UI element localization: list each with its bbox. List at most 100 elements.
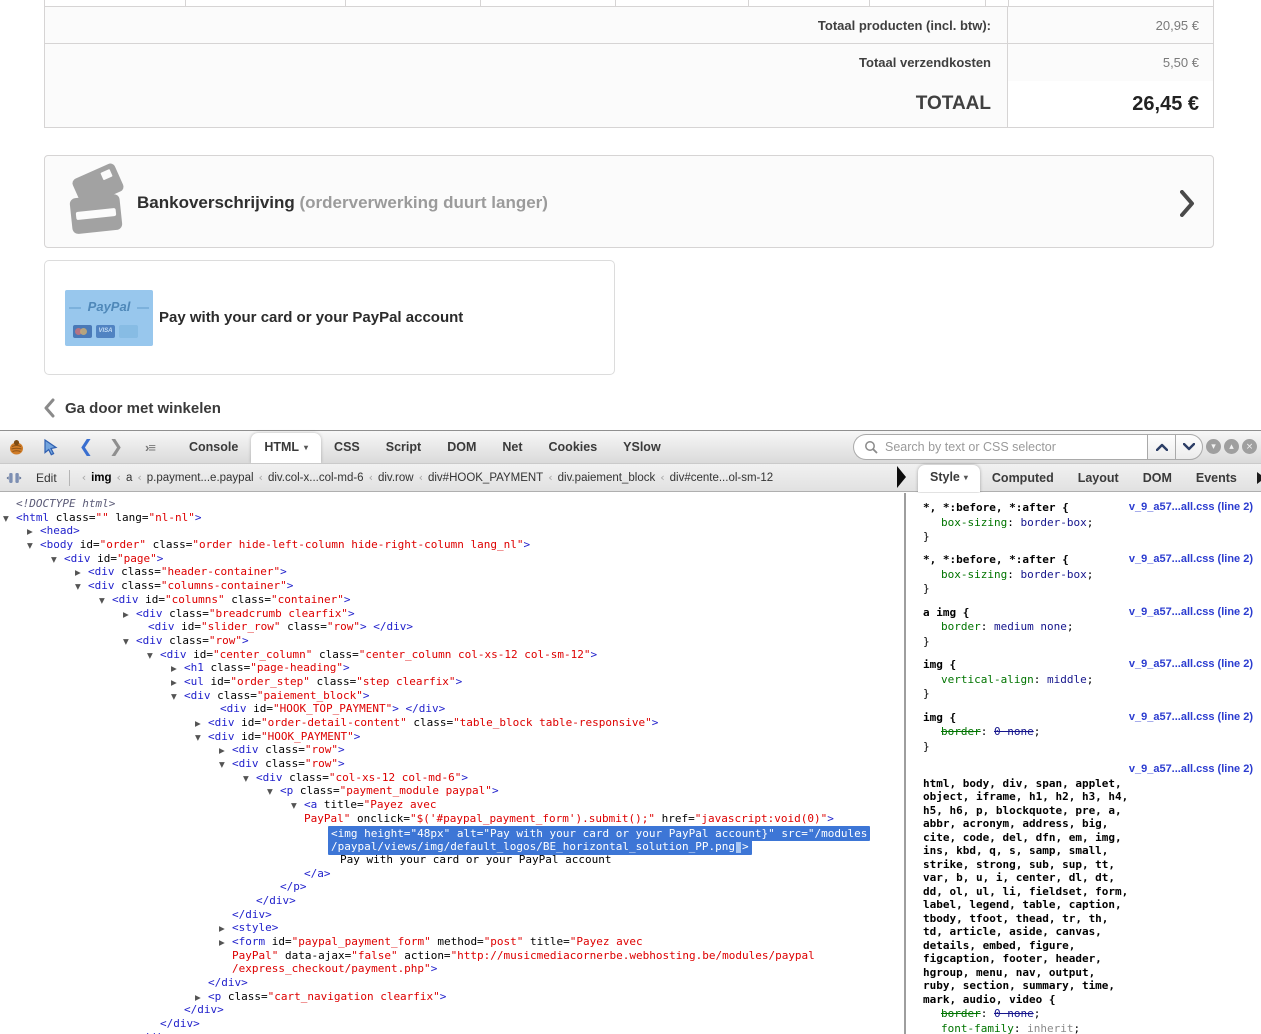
tab-console[interactable]: Console	[176, 433, 251, 461]
dom-tree-line[interactable]: ▶ <h1 class="page-heading">	[0, 661, 904, 675]
dom-tree-line[interactable]: ▶ <div class="breadcrumb clearfix">	[0, 607, 904, 621]
css-source-link[interactable]: v_9_a57...all.css (line 2)	[1129, 501, 1253, 515]
dom-tree-line[interactable]: </div>	[0, 1017, 904, 1031]
twisty-closed-icon[interactable]: ▶	[219, 936, 225, 950]
dom-tree-line[interactable]: /paypal/views/img/default_logos/BE_horiz…	[0, 839, 904, 855]
inspect-element-icon[interactable]	[38, 435, 62, 459]
side-tab-style[interactable]: Style ▾	[918, 465, 980, 492]
css-rule[interactable]: v_9_a57...all.css (line 2) *, *:before, *…	[923, 553, 1255, 595]
dom-tree-line[interactable]: ▼ <div class="row">	[0, 634, 904, 648]
css-source-link[interactable]: v_9_a57...all.css (line 2)	[1129, 606, 1253, 620]
close-button[interactable]: ×	[1242, 439, 1257, 454]
css-rule[interactable]: v_9_a57...all.css (line 2) img {vertical-…	[923, 658, 1255, 700]
dom-tree-line[interactable]: ▼ <div id="columns" class="container">	[0, 593, 904, 607]
css-source-link[interactable]: v_9_a57...all.css (line 2)	[1129, 658, 1253, 672]
dom-tree-line[interactable]: PayPal" onclick="$('#paypal_payment_form…	[0, 812, 904, 826]
tab-yslow[interactable]: YSlow	[610, 433, 674, 461]
tab-css[interactable]: CSS	[321, 433, 373, 461]
dom-tree-line[interactable]: </a>	[0, 867, 904, 881]
dom-tree-line[interactable]: Pay with your card or your PayPal accoun…	[0, 853, 904, 867]
dom-tree-line[interactable]: ▼ <div class="paiement_block">	[0, 689, 904, 703]
twisty-open-icon[interactable]: ▼	[123, 635, 129, 649]
dom-tree-line[interactable]: </div>	[0, 894, 904, 908]
search-box[interactable]	[853, 434, 1147, 460]
css-property[interactable]: font-family: inherit;	[941, 1021, 1255, 1034]
css-source-link[interactable]: v_9_a57...all.css (line 2)	[1129, 553, 1253, 567]
css-source-link[interactable]: v_9_a57...all.css (line 2)	[1129, 711, 1253, 725]
twisty-closed-icon[interactable]: ▶	[27, 525, 33, 539]
dom-tree-line[interactable]: ▼ <div id="page">	[0, 552, 904, 566]
dom-tree-line[interactable]: ▶ <div id="order-detail-content" class="t…	[0, 716, 904, 730]
side-tab-events[interactable]: Events	[1184, 466, 1249, 490]
breadcrumb-item[interactable]: div#cente...ol-sm-12	[670, 472, 774, 484]
dom-tree-line[interactable]: <div id="slider_row" class="row"> </div>	[0, 620, 904, 634]
side-tab-layout[interactable]: Layout	[1066, 466, 1131, 490]
firebug-menu-icon[interactable]	[4, 435, 28, 459]
tab-dom[interactable]: DOM	[434, 433, 489, 461]
twisty-open-icon[interactable]: ▼	[3, 512, 9, 526]
dom-tree-line[interactable]: ▼ <div class="col-xs-12 col-md-6">	[0, 771, 904, 785]
breadcrumb-item[interactable]: div.col-x...col-md-6	[268, 472, 364, 484]
tab-cookies[interactable]: Cookies	[536, 433, 611, 461]
search-next-button[interactable]	[1175, 434, 1203, 460]
twisty-open-icon[interactable]: ▼	[147, 649, 153, 663]
css-rule[interactable]: v_9_a57...all.css (line 2) *, *:before, *…	[923, 501, 1255, 543]
dom-tree-line[interactable]: <!DOCTYPE html>	[0, 497, 904, 511]
history-back-button[interactable]: ❮	[74, 435, 98, 459]
dom-tree-line[interactable]: </div>	[0, 1003, 904, 1017]
dom-tree-line[interactable]: </div>	[0, 976, 904, 990]
dom-tree-line[interactable]: ▼ <html class="" lang="nl-nl">	[0, 511, 904, 525]
dom-tree-line[interactable]: PayPal" data-ajax="false" action="http:/…	[0, 949, 904, 963]
dom-tree-line[interactable]: </div>	[0, 908, 904, 922]
side-tab-computed[interactable]: Computed	[980, 466, 1066, 490]
dom-tree-line[interactable]: ▼ <div id="HOOK_PAYMENT">	[0, 730, 904, 744]
dom-tree-line[interactable]: ▶ <div class="header-container">	[0, 565, 904, 579]
payment-option-bank-transfer[interactable]: Bankoverschrijving (orderverwerking duur…	[44, 155, 1214, 248]
dom-tree-line[interactable]: ▶ <form id="paypal_payment_form" method="…	[0, 935, 904, 949]
dom-tree-line[interactable]: ▶ <div class="row">	[0, 743, 904, 757]
breadcrumb-item[interactable]: div.row	[378, 472, 414, 484]
paypal-link-label[interactable]: Pay with your card or your PayPal accoun…	[159, 309, 463, 326]
twisty-open-icon[interactable]: ▼	[51, 553, 57, 567]
twisty-open-icon[interactable]: ▼	[219, 758, 225, 772]
tab-html[interactable]: HTML ▾	[251, 433, 322, 463]
twisty-open-icon[interactable]: ▼	[75, 580, 81, 594]
twisty-closed-icon[interactable]: ▶	[75, 566, 81, 580]
continue-shopping-link[interactable]: Ga door met winkelen	[44, 398, 221, 418]
dom-tree-line[interactable]: ▼ <p class="payment_module paypal">	[0, 784, 904, 798]
twisty-open-icon[interactable]: ▼	[27, 539, 33, 553]
css-rule[interactable]: v_9_a57...all.css (line 2) a img {border:…	[923, 606, 1255, 648]
css-rule[interactable]: v_9_a57...all.css (line 2) html, body, di…	[923, 763, 1255, 1034]
break-on-mutate-icon[interactable]	[2, 466, 26, 490]
edit-button[interactable]: Edit	[36, 471, 57, 485]
minimize-button[interactable]: ▾	[1206, 439, 1221, 454]
twisty-closed-icon[interactable]: ▶	[195, 991, 201, 1005]
dom-tree-line[interactable]: ▶ <p class="cart_navigation clearfix">	[0, 990, 904, 1004]
breadcrumb-item[interactable]: div#HOOK_PAYMENT	[428, 472, 543, 484]
twisty-closed-icon[interactable]: ▶	[123, 608, 129, 622]
paypal-logo-image[interactable]: PayPal VISA	[65, 290, 153, 346]
dom-tree-line[interactable]: ▶ <ul id="order_step" class="step clearfi…	[0, 675, 904, 689]
dom-tree-line[interactable]: ▼ <body id="order" class="order hide-left…	[0, 538, 904, 552]
css-property[interactable]: box-sizing: border-box;	[941, 567, 1255, 582]
twisty-open-icon[interactable]: ▼	[243, 772, 249, 786]
dom-tree-line[interactable]: <img height="48px" alt="Pay with your ca…	[0, 825, 904, 842]
twisty-closed-icon[interactable]: ▶	[171, 676, 177, 690]
payment-option-paypal[interactable]: PayPal VISA Pay with your card or your P…	[44, 260, 615, 375]
side-tabs-overflow-icon[interactable]	[1256, 471, 1261, 484]
breadcrumb-item[interactable]: a	[126, 472, 132, 484]
css-property[interactable]: border: medium none;	[941, 619, 1255, 634]
breadcrumb-item[interactable]: div.paiement_block	[558, 472, 656, 484]
history-forward-button[interactable]: ❯	[104, 435, 128, 459]
twisty-open-icon[interactable]: ▼	[291, 799, 297, 813]
twisty-closed-icon[interactable]: ▶	[195, 717, 201, 731]
css-property[interactable]: vertical-align: middle;	[941, 672, 1255, 687]
tab-script[interactable]: Script	[373, 433, 434, 461]
dom-tree-line[interactable]: ▼ <a title="Payez avec	[0, 798, 904, 812]
search-input[interactable]	[885, 440, 1135, 454]
css-property[interactable]: box-sizing: border-box;	[941, 515, 1255, 530]
command-line-icon[interactable]: ›≡	[138, 435, 162, 459]
twisty-open-icon[interactable]: ▼	[195, 731, 201, 745]
twisty-open-icon[interactable]: ▼	[267, 785, 273, 799]
dom-tree-line[interactable]: ▶ <head>	[0, 524, 904, 538]
